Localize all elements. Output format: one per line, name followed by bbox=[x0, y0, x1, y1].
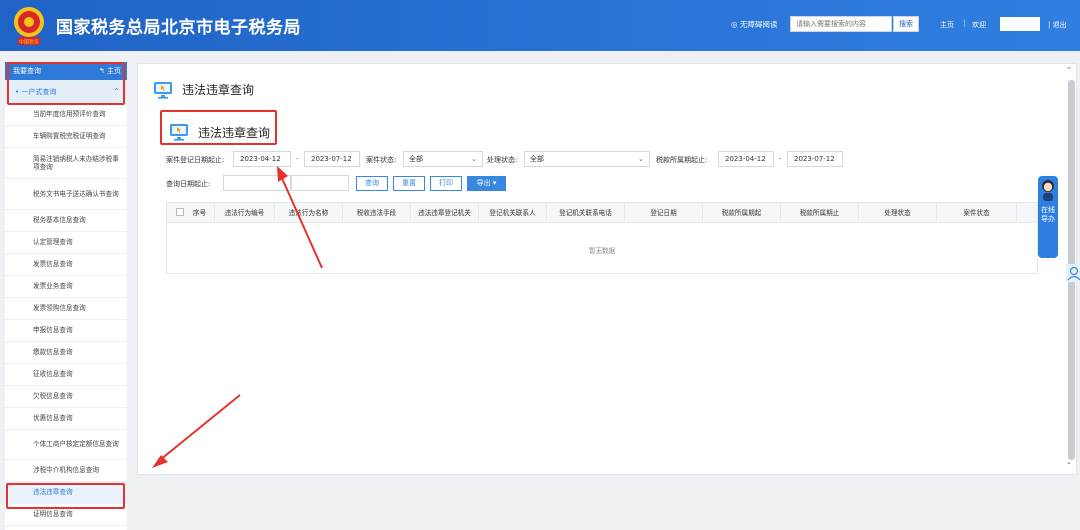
assistant-avatar-icon bbox=[1042, 180, 1054, 201]
user-service-icon[interactable] bbox=[1066, 264, 1080, 282]
tax-period-start-input[interactable]: 2023-04-12 bbox=[718, 151, 774, 167]
tax-emblem-logo[interactable]: 中国税务 bbox=[10, 5, 48, 46]
table-column-header: 案件状态 bbox=[937, 203, 1017, 223]
table-column-header: 违法行为名称 bbox=[275, 203, 343, 223]
table-column-header: 违法违章登记机关 bbox=[411, 203, 479, 223]
sidebar-item-list: 当前年度信用预评价查询 车辆购置税完税证明查询 简易注销纳税人未办结涉税事项查询 税务… bbox=[5, 104, 127, 526]
case-status-select[interactable]: 全部 ⌄ bbox=[403, 151, 483, 167]
table-column-header: 税款所属期起 bbox=[703, 203, 781, 223]
sidebar-home-link[interactable]: ↰ 主页 bbox=[99, 62, 121, 80]
sidebar-home-label: 主页 bbox=[107, 67, 121, 75]
scroll-up-arrow-icon[interactable]: ⌃ bbox=[1066, 66, 1072, 74]
page-title: 违法违章查询 bbox=[182, 83, 255, 97]
results-table: 序号 违法行为编号 违法行为名称 税收违法手段 违法违章登记机关 登记机关联系人 登记机关联… bbox=[166, 202, 1038, 274]
query-date-start-input[interactable] bbox=[223, 175, 291, 191]
emblem-text: 中国税务 bbox=[19, 39, 39, 46]
back-arrow-icon: ↰ bbox=[98, 67, 107, 75]
search-input[interactable] bbox=[790, 16, 892, 32]
sidebar-group-label: 一户式查询 bbox=[21, 88, 57, 96]
table-column-header: 税款所属期止 bbox=[781, 203, 859, 223]
sidebar-item[interactable]: 当前年度信用预评价查询 bbox=[5, 104, 127, 126]
range-dash: - bbox=[779, 155, 782, 163]
sidebar-group-query[interactable]: • 一户式查询 ⌃ bbox=[5, 80, 127, 104]
sidebar: 我要查询 ↰ 主页 • 一户式查询 ⌃ 当前年度信用预评价查询 车辆购置税完税证明… bbox=[5, 62, 127, 530]
welcome-text: 欢迎 bbox=[972, 21, 986, 29]
username-redacted bbox=[1000, 17, 1040, 31]
case-status-value: 全部 bbox=[409, 155, 423, 163]
table-column-header: 违法行为编号 bbox=[215, 203, 275, 223]
sidebar-item[interactable]: 发票业务查询 bbox=[5, 276, 127, 298]
table-header: 序号 违法行为编号 违法行为名称 税收违法手段 违法违章登记机关 登记机关联系人 登记机关联… bbox=[167, 203, 1037, 223]
empty-table-message: 暂无数据 bbox=[588, 247, 616, 255]
case-reg-date-label: 案件登记日期起止: bbox=[166, 156, 225, 164]
case-status-label: 案件状态: bbox=[366, 156, 397, 164]
chevron-up-icon: ⌃ bbox=[113, 87, 120, 96]
reset-button[interactable]: 重置 bbox=[393, 176, 425, 191]
sidebar-item[interactable]: 税务文书电子送达确认书查询 bbox=[5, 179, 127, 210]
sidebar-item[interactable]: 证明信息查询 bbox=[5, 504, 127, 526]
search-button[interactable]: 搜索 bbox=[893, 16, 919, 32]
chevron-down-icon: ⌄ bbox=[638, 155, 644, 163]
tax-period-end-input[interactable]: 2023-07-12 bbox=[787, 151, 843, 167]
sidebar-item[interactable]: 申报信息查询 bbox=[5, 320, 127, 342]
query-date-label: 查询日期起止: bbox=[166, 180, 211, 188]
sidebar-item[interactable]: 个体工商户核定定额信息查询 bbox=[5, 430, 127, 460]
sidebar-item[interactable]: 征收信息查询 bbox=[5, 364, 127, 386]
section-title: 违法违章查询 bbox=[198, 126, 271, 140]
tax-period-label: 税款所属期起止: bbox=[656, 156, 708, 164]
chevron-down-icon: ⌄ bbox=[471, 155, 477, 163]
logout-link[interactable]: | 退出 bbox=[1048, 20, 1067, 30]
process-status-select[interactable]: 全部 ⌄ bbox=[524, 151, 650, 167]
monitor-icon bbox=[154, 82, 172, 99]
query-button[interactable]: 查询 bbox=[356, 176, 388, 191]
table-column-header: 税收违法手段 bbox=[343, 203, 411, 223]
accessibility-link[interactable]: ◎ 无障碍阅读 bbox=[731, 19, 777, 30]
select-all-checkbox[interactable] bbox=[176, 208, 184, 216]
home-link[interactable]: 主页 bbox=[940, 20, 954, 30]
monitor-icon bbox=[170, 124, 188, 141]
table-column-header: 登记机关联系人 bbox=[479, 203, 547, 223]
sidebar-header: 我要查询 ↰ 主页 bbox=[5, 62, 127, 80]
sidebar-item[interactable]: 税务基本信息查询 bbox=[5, 210, 127, 232]
header-separator: | bbox=[963, 19, 966, 27]
query-date-end-input[interactable] bbox=[291, 175, 349, 191]
online-guide-label: 在线导办 bbox=[1041, 206, 1055, 223]
sidebar-item[interactable]: 涉税中介机构信息查询 bbox=[5, 460, 127, 482]
table-column-header: 登记机关联系电话 bbox=[547, 203, 625, 223]
sidebar-item[interactable]: 发票信息查询 bbox=[5, 254, 127, 276]
range-dash: - bbox=[296, 155, 299, 163]
sidebar-item[interactable]: 欠税信息查询 bbox=[5, 386, 127, 408]
table-column-header: 登记日期 bbox=[625, 203, 703, 223]
print-button[interactable]: 打印 bbox=[430, 176, 462, 191]
sidebar-item[interactable]: 认定管理查询 bbox=[5, 232, 127, 254]
top-header: 中国税务 国家税务总局北京市电子税务局 ◎ 无障碍阅读 搜索 主页 | 欢迎 |… bbox=[0, 0, 1080, 51]
table-column-header: 处理状态 bbox=[859, 203, 937, 223]
case-reg-end-input[interactable]: 2023-07-12 bbox=[304, 151, 360, 167]
process-status-label: 处理状态: bbox=[487, 156, 518, 164]
sidebar-item[interactable]: 车辆购置税完税证明查询 bbox=[5, 126, 127, 148]
site-title: 国家税务总局北京市电子税务局 bbox=[56, 18, 301, 38]
export-button[interactable]: 导出 ▾ bbox=[467, 176, 506, 191]
sidebar-title: 我要查询 bbox=[13, 67, 41, 75]
main-panel: 违法违章查询 违法违章查询 案件登记日期起止: 2023-04-12 - 202… bbox=[137, 63, 1077, 475]
sidebar-item[interactable]: 缴款信息查询 bbox=[5, 342, 127, 364]
scroll-down-arrow-icon[interactable]: ⌄ bbox=[1066, 458, 1072, 466]
sidebar-item[interactable]: 发票领购信息查询 bbox=[5, 298, 127, 320]
case-reg-start-input[interactable]: 2023-04-12 bbox=[233, 151, 291, 167]
sidebar-item[interactable]: 违法违章查询 bbox=[5, 482, 127, 504]
sidebar-item[interactable]: 优惠信息查询 bbox=[5, 408, 127, 430]
table-column-header: 序号 bbox=[185, 203, 215, 223]
process-status-value: 全部 bbox=[530, 155, 544, 163]
sidebar-item[interactable]: 简易注销纳税人未办结涉税事项查询 bbox=[5, 148, 127, 179]
